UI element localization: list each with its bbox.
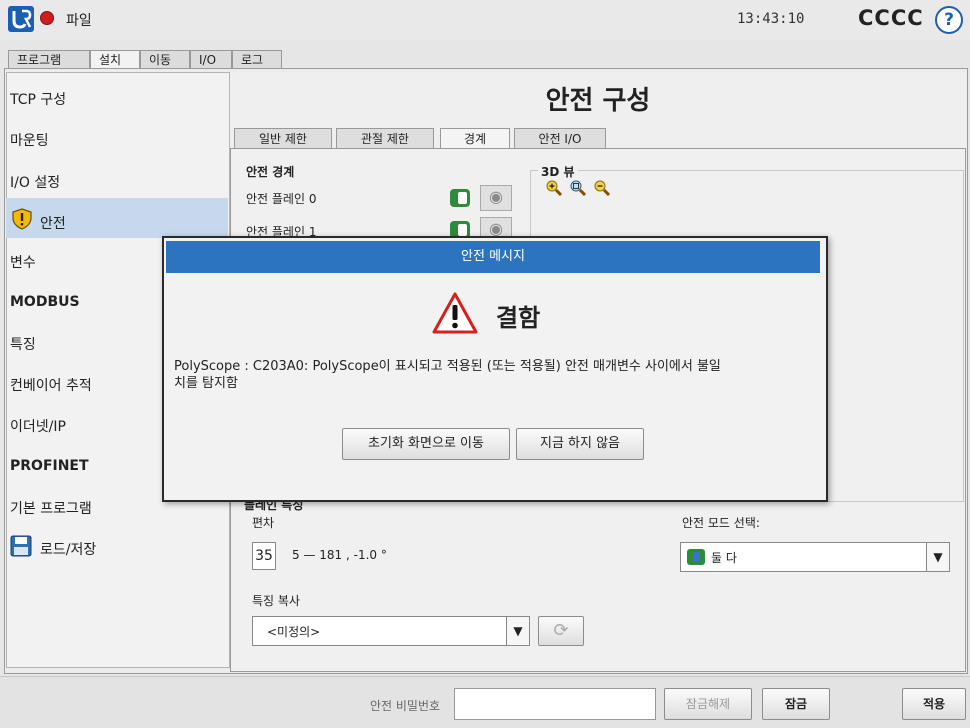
refresh-button[interactable]: ⟳	[538, 616, 584, 646]
sidebar-item-conveyor[interactable]: 컨베이어 추적	[10, 375, 92, 395]
copy-feature-dropdown[interactable]: <미정의> ▼	[252, 616, 530, 646]
sidebar-item-io-setup[interactable]: I/O 설정	[10, 172, 60, 192]
sidebar-item-features[interactable]: 특징	[10, 334, 36, 354]
sidebar-item-safety[interactable]: 안전	[40, 213, 66, 233]
password-label: 안전 비밀번호	[370, 699, 441, 713]
subtab-boundaries[interactable]: 경계	[440, 128, 510, 149]
unlock-button[interactable]: 잠금해제	[664, 688, 752, 720]
sidebar-item-variables[interactable]: 변수	[10, 252, 36, 272]
sidebar-item-profinet[interactable]: PROFINET	[10, 458, 89, 474]
lock-button[interactable]: 잠금	[762, 688, 830, 720]
tab-installation[interactable]: 설치	[90, 50, 140, 69]
dialog-message-line-1: PolyScope : C203A0: PolyScope이 표시되고 적용된 …	[174, 359, 721, 374]
offset-label: 편차	[252, 516, 275, 530]
sidebar-item-load-save[interactable]: 로드/저장	[40, 539, 96, 559]
safety-boundaries-title: 안전 경계	[246, 165, 295, 179]
dialog-header: 안전 메시지	[166, 241, 820, 273]
status-dot-icon	[40, 11, 54, 25]
copy-feature-value: <미정의>	[267, 625, 321, 639]
copy-feature-label: 특징 복사	[252, 594, 300, 608]
sidebar-item-default-program[interactable]: 기본 프로그램	[10, 498, 92, 518]
safety-mode-label: 안전 모드 선택:	[682, 516, 760, 530]
zoom-out-icon[interactable]	[594, 180, 610, 196]
safety-mode-dropdown[interactable]: 둘 다 ▼	[680, 542, 950, 572]
offset-value: 5 — 181 , -1.0 °	[292, 548, 387, 562]
zoom-fit-icon[interactable]	[570, 180, 586, 196]
not-now-button[interactable]: 지금 하지 않음	[516, 428, 644, 460]
dialog-title: 결함	[496, 304, 541, 332]
warning-icon	[432, 292, 478, 334]
offset-box[interactable]: 35	[252, 542, 276, 570]
plane-0-eye-icon[interactable]: ◉	[480, 185, 512, 211]
sidebar-item-tcp[interactable]: TCP 구성	[10, 89, 66, 109]
top-bar	[0, 0, 970, 40]
mode-toggle-icon	[687, 549, 705, 565]
page-title: 안전 구성	[545, 86, 651, 116]
subtab-safety-io[interactable]: 안전 I/O	[514, 128, 606, 149]
tab-io[interactable]: I/O	[190, 50, 232, 69]
password-input[interactable]	[454, 688, 656, 720]
floppy-disk-icon	[10, 535, 32, 557]
tab-log[interactable]: 로그	[232, 50, 282, 69]
safety-mode-value: 둘 다	[711, 551, 737, 565]
plane-0-toggle[interactable]	[450, 189, 470, 207]
chevron-down-icon[interactable]: ▼	[506, 617, 529, 645]
go-to-reset-button[interactable]: 초기화 화면으로 이동	[342, 428, 510, 460]
robot-name: CCCC	[858, 6, 924, 30]
sidebar-item-ethernet-ip[interactable]: 이더넷/IP	[10, 416, 66, 436]
subtab-joint-limits[interactable]: 관절 제한	[336, 128, 434, 149]
help-icon[interactable]: ?	[935, 6, 963, 34]
tab-move[interactable]: 이동	[140, 50, 190, 69]
shield-icon	[12, 208, 32, 230]
dialog-message-line-2: 치를 탐지함	[174, 376, 238, 391]
chevron-down-icon[interactable]: ▼	[926, 543, 949, 571]
ur-logo-icon	[8, 6, 34, 32]
file-menu[interactable]: 파일	[66, 10, 92, 30]
plane-0-label: 안전 플레인 0	[246, 192, 317, 206]
subtab-general-limits[interactable]: 일반 제한	[234, 128, 332, 149]
tab-program[interactable]: 프로그램	[8, 50, 90, 69]
apply-button[interactable]: 적용	[902, 688, 966, 720]
view3d-title: 3D 뷰	[538, 163, 578, 180]
zoom-in-icon[interactable]	[546, 180, 562, 196]
clock: 13:43:10	[737, 11, 805, 27]
sidebar-item-modbus[interactable]: MODBUS	[10, 294, 80, 310]
sidebar-item-mounting[interactable]: 마운팅	[10, 130, 49, 150]
